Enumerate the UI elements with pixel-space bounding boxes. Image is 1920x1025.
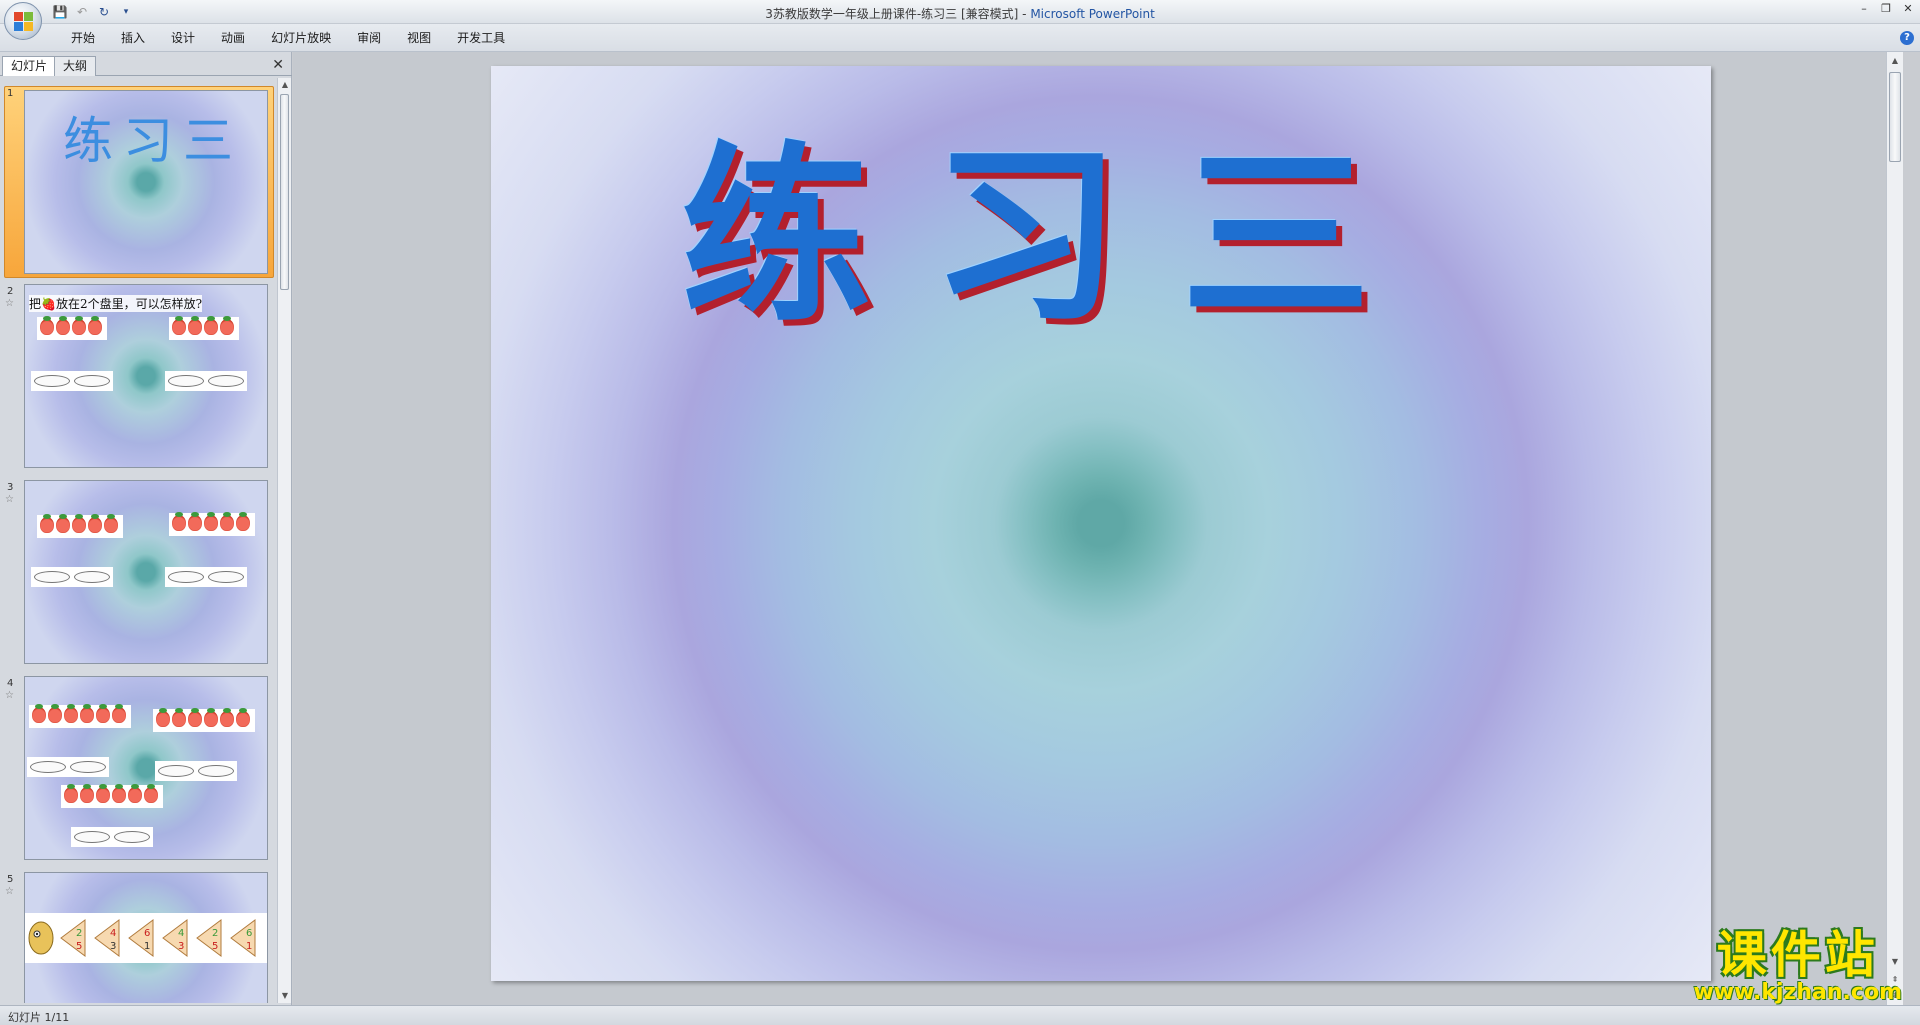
- slide-thumbnail-3[interactable]: 3 ☆: [0, 480, 276, 666]
- fraction-top: 4: [110, 928, 116, 939]
- strawberry-group: [29, 704, 131, 728]
- slide-indicator: 幻灯片 1/11: [8, 1011, 70, 1024]
- animation-star-icon: ☆: [5, 298, 14, 309]
- slide-number: 1: [7, 88, 14, 99]
- fish-body-tile: 43: [93, 918, 121, 958]
- thumb-title: 练习三: [63, 112, 243, 170]
- slide-thumbnail-4[interactable]: 4 ☆: [0, 676, 276, 862]
- animation-star-icon: ☆: [5, 886, 14, 897]
- title-bar: 💾 ↶ ↻ ▾ 3苏教版数学一年级上册课件-练习三 [兼容模式] - Micro…: [0, 0, 1920, 40]
- fraction-top: 2: [212, 928, 218, 939]
- app-name: Microsoft PowerPoint: [1030, 7, 1155, 21]
- slide-number: 5: [7, 874, 14, 885]
- fish-body-tile: 25: [195, 918, 223, 958]
- slide-prompt: 把🍓放在2个盘里，可以怎样放?: [29, 295, 203, 312]
- fish-body-tile: 25: [59, 918, 87, 958]
- strawberry-group: [169, 316, 239, 340]
- scrollbar-thumb[interactable]: [1889, 72, 1901, 162]
- fraction-bottom: 1: [144, 941, 150, 952]
- plate-group: [155, 761, 237, 781]
- slide-thumbnail-5[interactable]: 5 ☆ 25 43 61 43 2 5 6 1: [0, 872, 276, 1003]
- fraction-bottom: 5: [212, 941, 218, 952]
- slide-editor: 练习三 ▲ ▼ ⇞ ⇟: [293, 52, 1903, 1005]
- fish-body-tile: 61: [127, 918, 155, 958]
- tab-outline[interactable]: 大纲: [54, 56, 97, 76]
- slide-preview: 把🍓放在2个盘里，可以怎样放?: [24, 284, 268, 468]
- strawberry-group: [61, 784, 163, 808]
- site-watermark: 课件站 www.kjzhan.com: [1693, 929, 1902, 1005]
- fish-body-tile: 61: [229, 918, 257, 958]
- ribbon-tabs: 开始 插入 设计 动画 幻灯片放映 审阅 视图 开发工具: [58, 30, 518, 46]
- scrollbar-thumb[interactable]: [280, 94, 289, 290]
- window-controls: – ❐ ✕: [1858, 2, 1914, 16]
- plate-group: [165, 567, 247, 587]
- tab-insert[interactable]: 插入: [108, 30, 158, 46]
- animation-star-icon: ☆: [5, 690, 14, 701]
- fraction-bottom: 3: [110, 941, 116, 952]
- watermark-url: www.kjzhan.com: [1693, 980, 1902, 1005]
- strawberry-group: [37, 316, 107, 340]
- fraction-top: 2: [76, 928, 82, 939]
- fraction-bottom: 5: [76, 941, 82, 952]
- pane-tabs: 幻灯片 大纲 ✕: [0, 54, 292, 76]
- editor-scrollbar[interactable]: ▲ ▼ ⇞ ⇟: [1886, 52, 1903, 1005]
- pane-close-icon[interactable]: ✕: [272, 57, 284, 73]
- slide-preview: [24, 480, 268, 664]
- tab-view[interactable]: 视图: [394, 30, 444, 46]
- slide-number: 2: [7, 286, 14, 297]
- strawberry-group: [153, 708, 255, 732]
- plate-group: [165, 371, 247, 391]
- slide-preview: 练习三: [24, 90, 268, 274]
- fraction-top: 4: [178, 928, 184, 939]
- slide-preview: 25 43 61 43 25 61: [24, 872, 268, 1003]
- office-button[interactable]: [4, 2, 42, 40]
- tab-home[interactable]: 开始: [58, 30, 108, 46]
- slide-thumbnail-2[interactable]: 2 ☆ 把🍓放在2个盘里，可以怎样放?: [0, 284, 276, 470]
- plate-group: [71, 827, 153, 847]
- slide-thumbnail-1[interactable]: 1 练习三: [0, 86, 276, 280]
- tab-design[interactable]: 设计: [158, 30, 208, 46]
- help-icon[interactable]: ?: [1900, 31, 1914, 45]
- scroll-down-icon[interactable]: ▼: [278, 989, 292, 1003]
- animation-star-icon: ☆: [5, 494, 14, 505]
- plate-group: [27, 757, 109, 777]
- office-logo-icon: [14, 12, 34, 32]
- slide-title[interactable]: 练习三: [681, 126, 1431, 346]
- strawberry-group: [169, 512, 255, 536]
- strawberry-group: [37, 514, 123, 538]
- close-icon[interactable]: ✕: [1902, 2, 1914, 16]
- current-slide-canvas[interactable]: 练习三: [491, 66, 1711, 981]
- fraction-top: 6: [144, 928, 150, 939]
- plate-group: [31, 371, 113, 391]
- tab-animations[interactable]: 动画: [208, 30, 258, 46]
- fish-body-tile: 43: [161, 918, 189, 958]
- watermark-name: 课件站: [1716, 926, 1879, 984]
- minimize-icon[interactable]: –: [1858, 2, 1870, 16]
- slides-pane: 幻灯片 大纲 ✕ 1 练习三 2 ☆ 把🍓放在2个盘里，可以怎样放? 3 ☆ 4…: [0, 52, 292, 1005]
- tab-slideshow[interactable]: 幻灯片放映: [258, 30, 344, 46]
- restore-icon[interactable]: ❐: [1880, 2, 1892, 16]
- fish-head-icon: [27, 918, 55, 958]
- slide-number: 3: [7, 482, 14, 493]
- thumbnail-scrollbar[interactable]: ▲ ▼: [277, 78, 291, 1003]
- fraction-bottom: 1: [246, 941, 252, 952]
- slide-preview: [24, 676, 268, 860]
- ribbon-tab-bar: 开始 插入 设计 动画 幻灯片放映 审阅 视图 开发工具 ?: [0, 24, 1920, 52]
- fish-strip: 25 43 61 43 25 61: [25, 913, 267, 963]
- tab-review[interactable]: 审阅: [344, 30, 394, 46]
- title-separator: -: [1018, 7, 1031, 21]
- document-title: 3苏教版数学一年级上册课件-练习三 [兼容模式]: [765, 7, 1019, 21]
- tab-developer[interactable]: 开发工具: [444, 30, 518, 46]
- window-title: 3苏教版数学一年级上册课件-练习三 [兼容模式] - Microsoft Pow…: [0, 5, 1920, 22]
- scroll-up-icon[interactable]: ▲: [278, 78, 292, 92]
- fraction-top: 6: [246, 928, 252, 939]
- slide-thumbnail-list: 1 练习三 2 ☆ 把🍓放在2个盘里，可以怎样放? 3 ☆ 4 ☆ 5 ☆ 2 …: [0, 78, 276, 1003]
- status-bar: 幻灯片 1/11: [0, 1005, 1920, 1025]
- scroll-up-icon[interactable]: ▲: [1888, 54, 1902, 68]
- fraction-bottom: 3: [178, 941, 184, 952]
- plate-group: [31, 567, 113, 587]
- slide-number: 4: [7, 678, 14, 689]
- tab-slides[interactable]: 幻灯片: [2, 56, 57, 76]
